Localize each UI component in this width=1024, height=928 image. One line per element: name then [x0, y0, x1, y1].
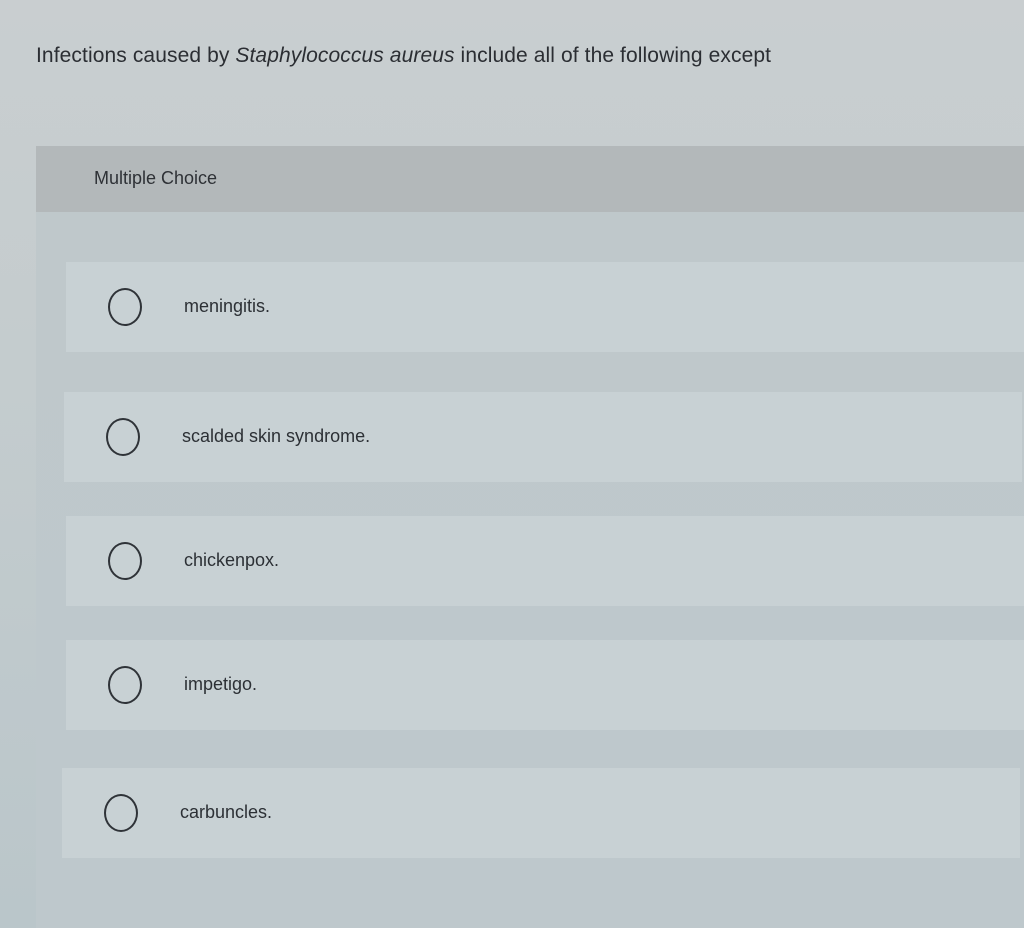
answer-option-chickenpox[interactable]: chickenpox. [66, 516, 1024, 606]
radio-button-icon[interactable] [108, 666, 142, 704]
answer-option-label: scalded skin syndrome. [182, 426, 371, 446]
answer-option-label: chickenpox. [184, 550, 280, 570]
answer-option-impetigo[interactable]: impetigo. [66, 640, 1024, 730]
radio-button-icon[interactable] [108, 542, 142, 580]
multiple-choice-title: Multiple Choice [94, 168, 218, 188]
radio-button-icon[interactable] [108, 288, 142, 326]
multiple-choice-header: Multiple Choice [36, 146, 1024, 212]
answer-option-label: impetigo. [184, 674, 258, 694]
answer-option-meningitis[interactable]: meningitis. [66, 262, 1024, 352]
answer-option-carbuncles[interactable]: carbuncles. [62, 768, 1020, 858]
question-suffix: include all of the following except [454, 44, 772, 67]
radio-button-icon[interactable] [106, 418, 140, 456]
question-organism: Staphylococcus aureus [235, 44, 455, 67]
question-text: Infections caused by Staphylococcus aure… [36, 44, 771, 68]
answer-option-label: meningitis. [184, 296, 271, 316]
question-prefix: Infections caused by [36, 44, 236, 67]
answer-option-scalded-skin-syndrome[interactable]: scalded skin syndrome. [64, 392, 1022, 482]
answer-option-label: carbuncles. [180, 802, 273, 822]
radio-button-icon[interactable] [104, 794, 138, 832]
